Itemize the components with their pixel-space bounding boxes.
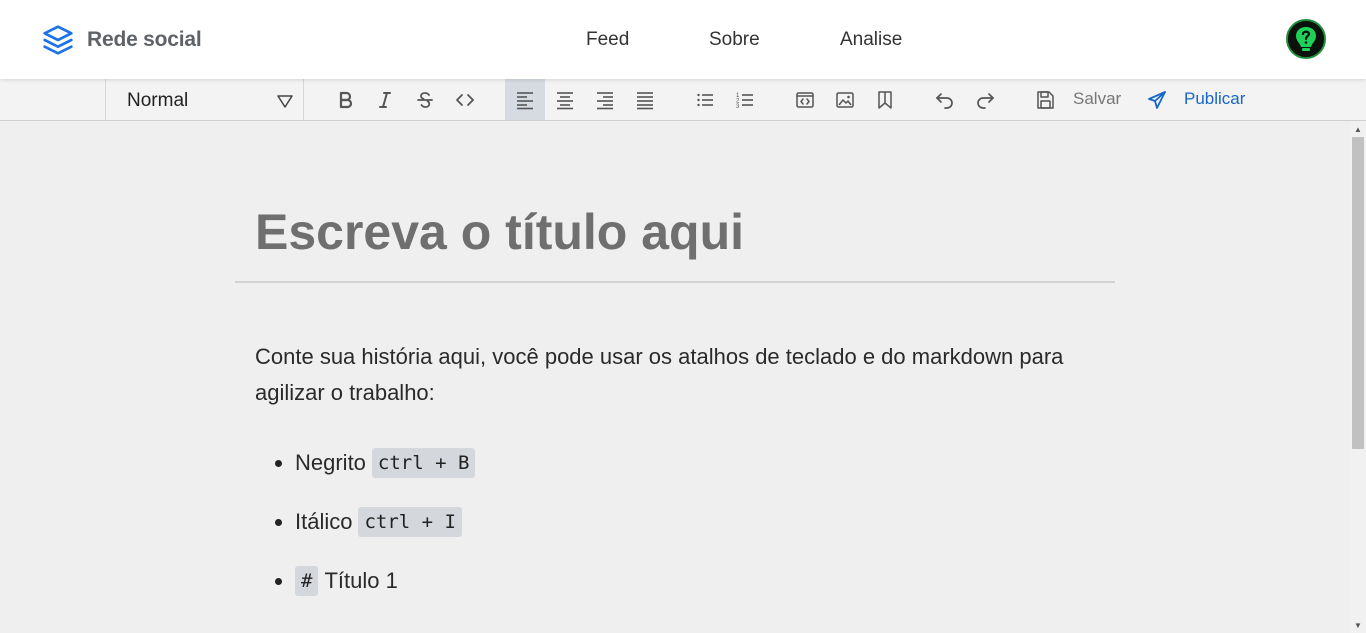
title-divider (235, 281, 1115, 283)
lightbulb-question-icon (1288, 21, 1324, 57)
undo-icon (936, 92, 953, 109)
align-right-button[interactable] (585, 79, 625, 120)
undo-button[interactable] (925, 79, 965, 120)
numbered-list-button[interactable]: 1 2 3 (725, 79, 765, 120)
triangle-down-icon (277, 95, 293, 108)
shortcut-key: # (295, 566, 319, 596)
list-item: Negrito ctrl + B (255, 446, 476, 480)
strikethrough-button[interactable] (405, 79, 445, 120)
insert-image-button[interactable] (825, 79, 865, 120)
scroll-thumb[interactable] (1352, 137, 1364, 449)
shortcut-label: Negrito (295, 450, 366, 475)
nav-feed[interactable]: Feed (586, 29, 629, 51)
scroll-down-arrow-icon[interactable]: ▼ (1350, 617, 1366, 633)
editor-toolbar: Normal 1 2 3 Salvar Publicar (0, 79, 1366, 121)
align-left-button[interactable] (505, 79, 545, 120)
align-center-icon (557, 91, 573, 109)
bullet-dot (275, 518, 282, 526)
redo-icon (977, 92, 994, 109)
image-icon (836, 91, 854, 108)
publish-icon-button[interactable] (1137, 79, 1177, 120)
bold-button[interactable] (325, 79, 365, 120)
code-icon (456, 93, 474, 106)
top-navbar: Rede social Feed Sobre Analise (0, 0, 1366, 79)
bullet-dot (275, 459, 282, 467)
editor-canvas[interactable]: Escreva o título aqui Conte sua história… (0, 121, 1350, 633)
italic-icon (379, 91, 391, 108)
redo-button[interactable] (965, 79, 1005, 120)
list-item: # Título 1 (255, 564, 398, 598)
italic-button[interactable] (365, 79, 405, 120)
svg-text:3: 3 (736, 104, 740, 110)
align-justify-button[interactable] (625, 79, 665, 120)
nav-sobre[interactable]: Sobre (709, 29, 760, 51)
title-input[interactable]: Escreva o título aqui (255, 203, 744, 261)
save-label[interactable]: Salvar (1073, 89, 1121, 109)
brand-link[interactable]: Rede social (42, 24, 202, 56)
layers-icon (43, 25, 73, 55)
shortcut-label: Título 1 (324, 568, 398, 593)
align-left-icon (517, 91, 533, 109)
bookmark-button[interactable] (865, 79, 905, 120)
bold-icon (339, 91, 353, 108)
code-block-icon (796, 91, 814, 108)
block-style-select[interactable]: Normal (106, 79, 304, 120)
shortcut-key: ctrl + B (371, 448, 476, 478)
bullet-dot (275, 577, 282, 585)
bookmark-icon (878, 90, 892, 109)
send-icon (1148, 90, 1166, 109)
intro-paragraph[interactable]: Conte sua história aqui, você pode usar … (255, 339, 1095, 411)
list-item: Itálico ctrl + I (255, 505, 462, 539)
brand-name: Rede social (87, 28, 202, 51)
bulleted-list-button[interactable] (685, 79, 725, 120)
numbered-list-icon: 1 2 3 (736, 93, 753, 110)
vertical-scrollbar[interactable]: ▲ ▼ (1350, 121, 1366, 633)
code-block-button[interactable] (785, 79, 825, 120)
strikethrough-icon (417, 91, 433, 108)
shortcut-key: ctrl + I (358, 507, 462, 537)
align-justify-icon (637, 91, 653, 109)
inline-code-button[interactable] (445, 79, 485, 120)
align-center-button[interactable] (545, 79, 585, 120)
align-right-icon (597, 91, 613, 109)
bulleted-list-icon (697, 93, 713, 106)
scroll-up-arrow-icon[interactable]: ▲ (1350, 121, 1366, 137)
nav-analise[interactable]: Analise (840, 29, 902, 51)
shortcut-label: Itálico (295, 509, 353, 534)
avatar[interactable] (1286, 19, 1326, 59)
block-style-value: Normal (127, 90, 189, 111)
save-button[interactable] (1025, 79, 1065, 120)
floppy-disk-icon (1037, 90, 1054, 109)
publish-label[interactable]: Publicar (1184, 89, 1245, 109)
